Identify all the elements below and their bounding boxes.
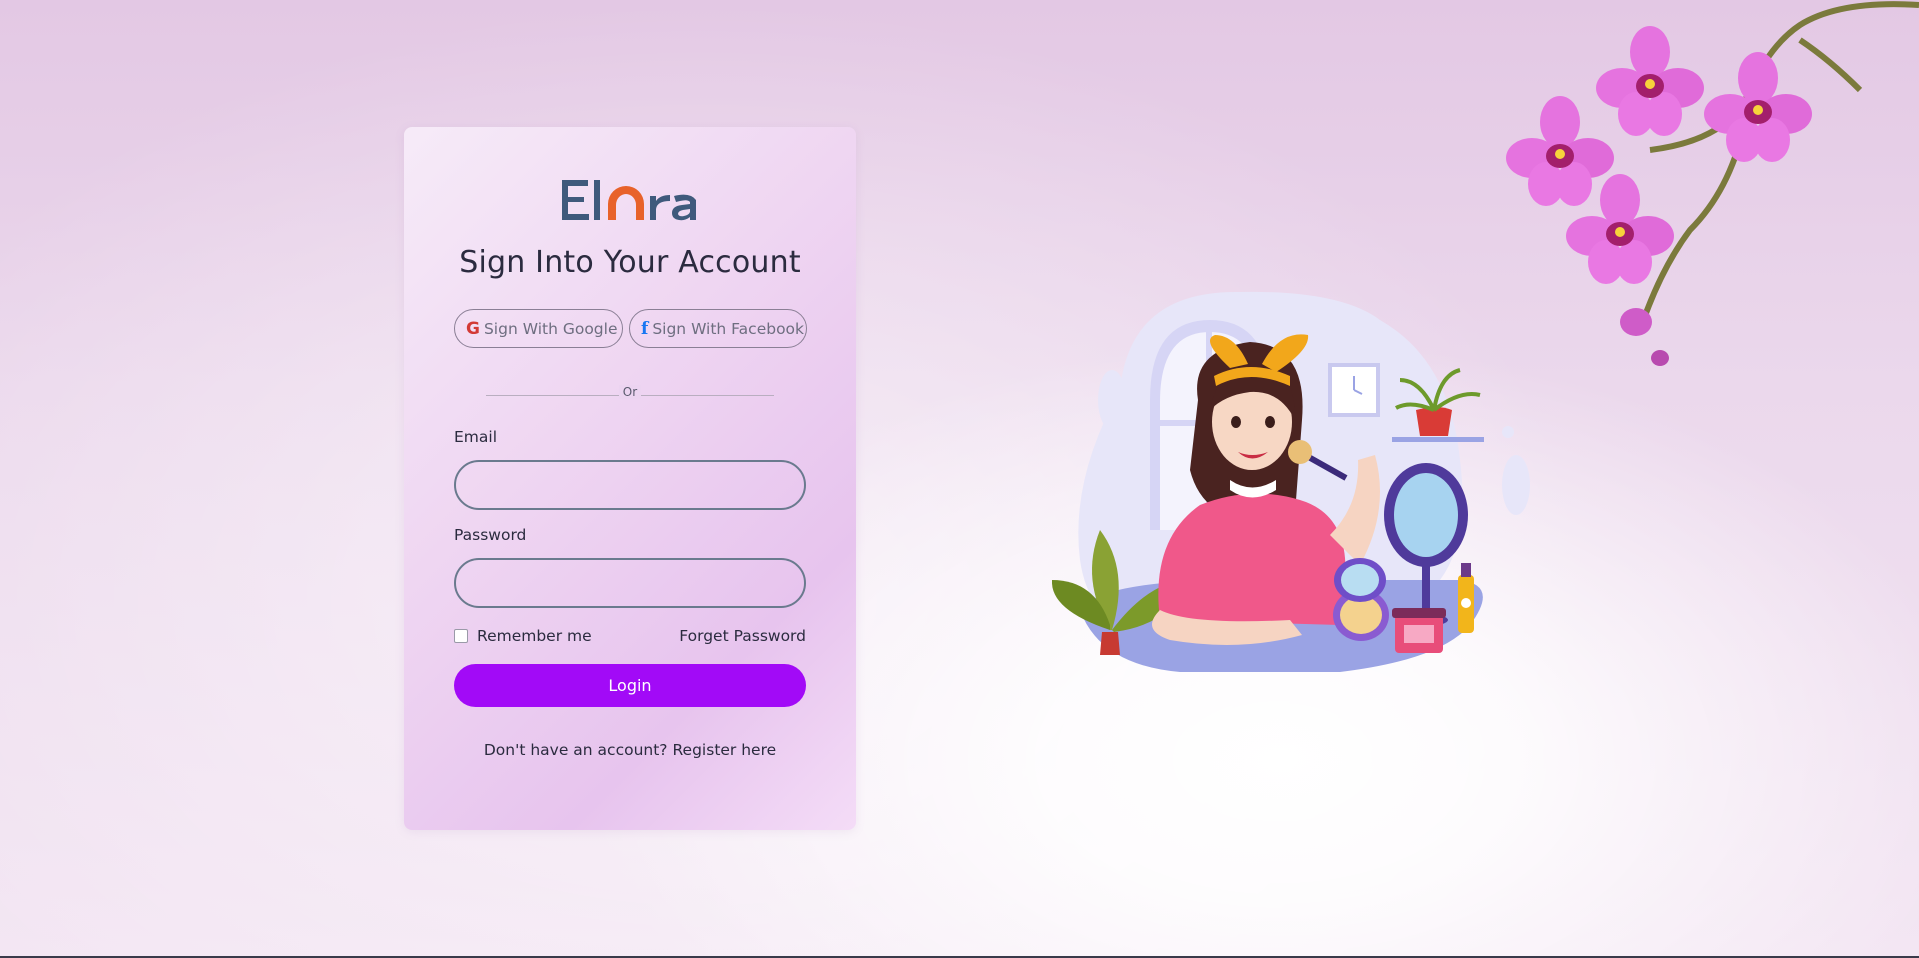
facebook-signin-button[interactable]: f Sign With Facebook <box>629 309 807 348</box>
register-prompt: Don't have an account? Register here <box>404 741 856 759</box>
email-field[interactable] <box>454 460 806 510</box>
password-label: Password <box>454 526 527 544</box>
register-prompt-text: Don't have an account? <box>483 741 668 759</box>
social-login-row: G Sign With Google f Sign With Facebook <box>454 309 807 348</box>
brand-logo <box>404 171 856 227</box>
login-button[interactable]: Login <box>454 664 806 707</box>
google-signin-label: Sign With Google <box>483 319 618 338</box>
password-field[interactable] <box>454 558 806 608</box>
forgot-password-link[interactable]: Forget Password <box>679 627 806 645</box>
remember-me-checkbox[interactable] <box>454 629 468 643</box>
orchid-branch-decoration <box>1506 1 1919 366</box>
google-icon: G <box>466 318 480 339</box>
facebook-icon: f <box>641 318 649 339</box>
remember-me[interactable]: Remember me <box>454 627 592 645</box>
remember-me-label: Remember me <box>477 627 592 645</box>
email-label: Email <box>454 428 498 446</box>
google-signin-button[interactable]: G Sign With Google <box>454 309 623 348</box>
divider-or: Or <box>610 385 650 399</box>
page-title: Sign Into Your Account <box>459 245 801 280</box>
login-card: Sign Into Your Account G Sign With Googl… <box>404 127 856 830</box>
woman-makeup-illustration <box>1051 291 1530 672</box>
register-link[interactable]: Register here <box>672 741 776 759</box>
facebook-signin-label: Sign With Facebook <box>652 319 805 338</box>
